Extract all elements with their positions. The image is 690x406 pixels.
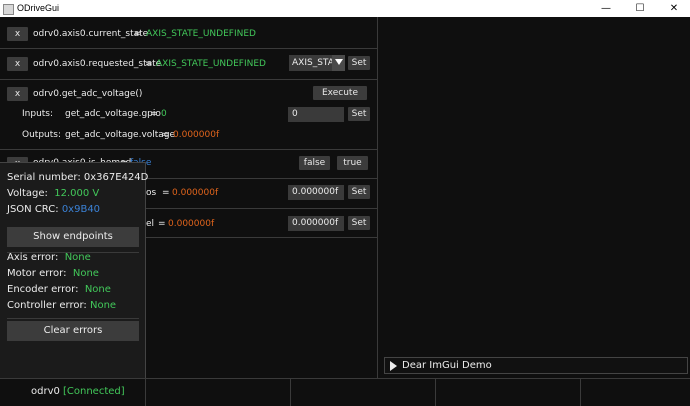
controller-error-label: Controller error: None [7,300,117,311]
remove-requested-state-button[interactable]: x [7,57,28,71]
output-voltage-value: 0.000000f [173,130,220,140]
output-voltage-eq: = [162,130,170,140]
imgui-demo-label: Dear ImGui Demo [402,360,492,371]
row6-input[interactable]: 0.000000f [288,216,344,231]
serial-number-label: Serial number: 0x367E424D [7,172,149,183]
encoder-error-label: Encoder error: None [7,284,111,295]
execute-button[interactable]: Execute [313,86,367,100]
device-name: odrv0 [31,386,60,397]
input-gpio-name: get_adc_voltage.gpio [65,109,161,119]
app-icon [3,4,14,15]
json-crc-label: JSON CRC: 0x9B40 [7,204,101,215]
status-cell [146,379,291,406]
clear-errors-button[interactable]: Clear errors [7,321,139,341]
encoder-error-value: None [84,284,111,295]
close-window-button[interactable]: ✕ [658,0,690,17]
set-requested-state-button[interactable]: Set [348,56,370,70]
status-cell [291,379,436,406]
input-gpio-eq: = [150,109,158,119]
current-state-eq: = [134,29,142,39]
status-cell [436,379,581,406]
gpio-input[interactable]: 0 [288,107,344,122]
outputs-label: Outputs: [22,130,61,140]
remove-get-adc-voltage-button[interactable]: x [7,87,28,101]
window-title: ODriveGui [17,3,60,13]
json-crc-value: 0x9B40 [61,204,101,215]
minimize-button[interactable]: — [590,0,622,17]
show-endpoints-button[interactable]: Show endpoints [7,227,139,247]
voltage-label: Voltage: 12.000 V [7,188,100,199]
inputs-label: Inputs: [22,109,54,119]
pane-divider [377,17,378,378]
serial-number-value: 0x367E424D [83,172,149,183]
axis-error-label: Axis error: None [7,252,91,263]
device-status-cell[interactable]: odrv0 [Connected] [0,379,146,406]
popup-separator [7,318,139,319]
chevron-down-icon [332,55,345,71]
row5-eq: = [162,188,170,198]
get-adc-voltage-name: odrv0.get_adc_voltage() [33,89,143,99]
row5-name-partial: os [146,188,157,198]
is-homed-true-button[interactable]: true [337,156,368,170]
row5-set-button[interactable]: Set [348,185,370,199]
row-separator [0,149,377,150]
maximize-button[interactable]: ☐ [624,0,656,17]
device-info-popup: Serial number: 0x367E424D Voltage: 12.00… [0,162,149,380]
output-voltage-name: get_adc_voltage.voltage [65,130,176,140]
title-bar: ODriveGui — ☐ ✕ [0,0,690,17]
requested-state-value: AXIS_STATE_UNDEFINED [156,59,266,69]
requested-state-eq: = [145,59,153,69]
row6-set-button[interactable]: Set [348,216,370,230]
motor-error-label: Motor error: None [7,268,99,279]
input-gpio-value: 0 [161,109,167,119]
current-state-value: AXIS_STATE_UNDEFINED [146,29,256,39]
row6-eq: = [158,219,166,229]
row6-value: 0.000000f [168,219,215,229]
requested-state-name: odrv0.axis0.requested_state [33,59,162,69]
motor-error-value: None [72,268,99,279]
collapse-triangle-icon [390,361,397,371]
row-separator [0,79,377,80]
imgui-demo-header[interactable]: Dear ImGui Demo [384,357,688,374]
row5-value: 0.000000f [172,188,219,198]
voltage-value: 12.000 V [54,188,100,199]
set-gpio-button[interactable]: Set [348,107,370,121]
current-state-name: odrv0.axis0.current_state [33,29,149,39]
remove-current-state-button[interactable]: x [7,27,28,41]
requested-state-select[interactable]: AXIS_STAT [289,55,345,71]
row6-name-partial: el [146,219,155,229]
row-separator [0,48,377,49]
is-homed-false-button[interactable]: false [299,156,330,170]
status-bar: odrv0 [Connected] [0,378,690,406]
controller-error-value: None [89,300,117,311]
connection-status: [Connected] [63,386,125,397]
row5-input[interactable]: 0.000000f [288,185,344,200]
axis-error-value: None [64,252,91,263]
